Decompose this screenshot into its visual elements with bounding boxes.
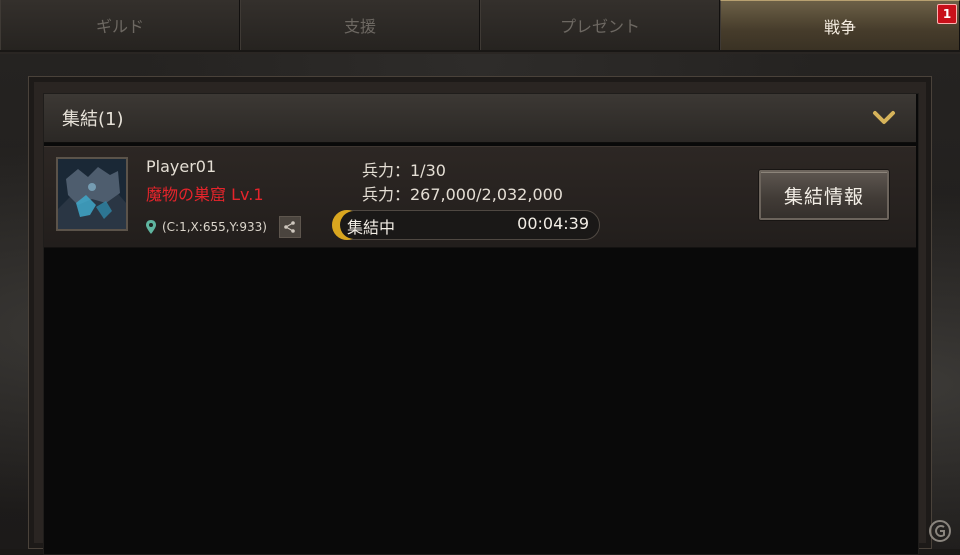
- location-pin-icon: [146, 220, 156, 234]
- troop-power: 兵力：267,000/2,032,000: [362, 185, 563, 204]
- rally-info-button[interactable]: 集結情報: [759, 170, 889, 220]
- tab-support-label: 支援: [343, 17, 376, 36]
- tab-guild[interactable]: ギルド: [0, 0, 240, 50]
- rally-countdown: 00:04:39: [517, 214, 589, 233]
- coordinates-text: (C:1,X:655,Y:933): [162, 220, 267, 234]
- section-title: 集結(1): [62, 109, 124, 130]
- share-icon: [284, 221, 295, 233]
- troop-slots: 兵力：1/30: [362, 161, 446, 180]
- monster-lair-thumbnail: [56, 157, 128, 231]
- rally-panel: 集結(1) Player01 魔物の巣窟 Lv.1 (C:1,X:655,Y:9…: [43, 93, 919, 555]
- tab-war-label: 戦争: [823, 17, 856, 37]
- rally-row: Player01 魔物の巣窟 Lv.1 (C:1,X:655,Y:933) 兵力…: [44, 146, 916, 248]
- notification-badge: 1: [937, 4, 957, 24]
- tab-present[interactable]: プレゼント: [480, 0, 720, 50]
- tab-bar: ギルド 支援 プレゼント 戦争 1: [0, 0, 960, 54]
- rally-timer-bar: 集結中 00:04:39: [332, 210, 600, 240]
- tab-support[interactable]: 支援: [240, 0, 480, 50]
- tab-present-label: プレゼント: [559, 17, 640, 36]
- tab-guild-label: ギルド: [95, 17, 144, 36]
- chevron-down-icon[interactable]: [872, 108, 896, 128]
- player-name: Player01: [146, 157, 217, 176]
- rally-section-header[interactable]: 集結(1): [44, 94, 916, 143]
- site-logo-icon: [929, 520, 951, 542]
- coordinates[interactable]: (C:1,X:655,Y:933): [146, 216, 301, 238]
- share-button[interactable]: [278, 216, 301, 238]
- tab-war[interactable]: 戦争 1: [720, 0, 960, 50]
- rally-status: 集結中: [347, 218, 396, 237]
- monster-image: [58, 159, 126, 229]
- target-name: 魔物の巣窟 Lv.1: [146, 185, 264, 204]
- content-frame: 集結(1) Player01 魔物の巣窟 Lv.1 (C:1,X:655,Y:9…: [28, 76, 932, 555]
